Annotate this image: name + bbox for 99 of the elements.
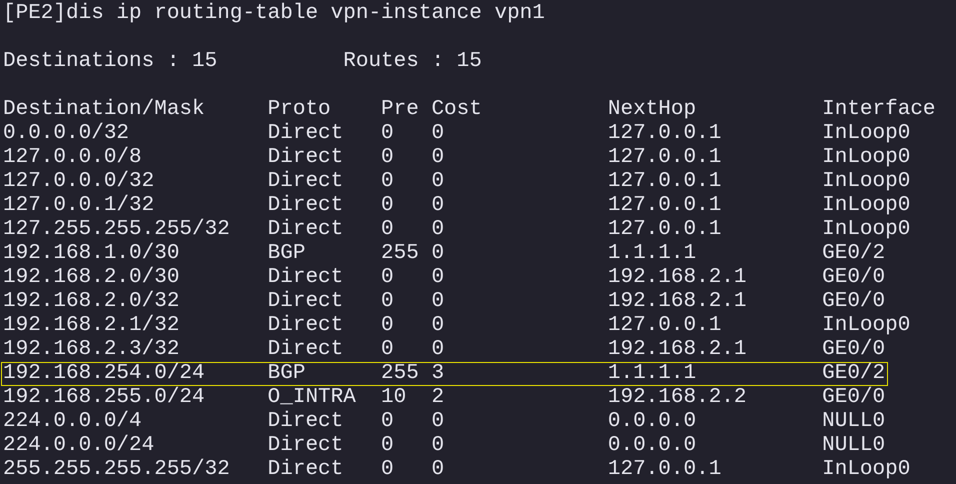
table-cell-text: 0 — [431, 267, 446, 289]
table-cell-text: 10 — [381, 387, 408, 409]
table-cell-text: 192.168.2.1 — [608, 339, 748, 361]
table-cell-text: 0 — [431, 243, 446, 265]
table-cell: GE0/0 — [822, 339, 886, 361]
table-cell-text: O_INTRA — [268, 387, 357, 409]
table-cell-text: 0.0.0.0 — [608, 435, 698, 457]
table-cell: InLoop0 — [822, 195, 910, 217]
table-cell-text: 127.0.0.1 — [608, 171, 722, 193]
table-cell-text: Direct — [268, 339, 344, 361]
table-cell: InLoop0 — [822, 123, 910, 145]
table-cell-text: 192.168.2.2 — [608, 387, 748, 409]
table-cell-text: 0 — [431, 339, 446, 361]
table-cell-text: 192.168.2.0/30 — [3, 267, 180, 289]
table-cell-text: 127.0.0.1 — [608, 123, 722, 145]
table-cell: InLoop0 — [822, 219, 910, 241]
table-cell: GE0/2 — [822, 363, 886, 385]
table-cell-text: 0 — [381, 195, 395, 217]
table-cell-text: Direct — [268, 435, 344, 457]
table-cell-text: 0 — [431, 195, 446, 217]
table-cell: InLoop0 — [822, 459, 910, 481]
table-cell-text: 192.168.2.1 — [608, 291, 748, 313]
table-cell: GE0/0 — [822, 387, 886, 409]
table-cell: InLoop0 — [822, 147, 910, 169]
table-cell-text: 192.168.2.1/32 — [3, 315, 180, 337]
table-cell-text: 255.255.255.255/32 — [3, 459, 231, 481]
table-cell-text: 255 — [381, 243, 420, 265]
table-cell-text: Direct — [268, 291, 344, 313]
column-header: Proto — [268, 99, 332, 121]
table-cell-text: Direct — [268, 171, 344, 193]
table-cell-text: 0 — [381, 123, 395, 145]
table-cell-text: Direct — [268, 315, 344, 337]
table-cell-text: 127.0.0.0/8 — [3, 147, 143, 169]
table-cell-text: 0.0.0.0/32 — [3, 123, 130, 145]
table-cell-text: 192.168.254.0/24 — [3, 363, 206, 385]
table-cell-text: 0 — [381, 435, 395, 457]
table-cell-text: Direct — [268, 267, 344, 289]
table-cell-text: 192.168.1.0/30 — [3, 243, 180, 265]
table-cell-text: 0 — [381, 411, 395, 433]
table-cell-text: Direct — [268, 123, 344, 145]
table-cell-text: 0 — [381, 459, 395, 481]
table-cell: NULL0 — [822, 435, 886, 457]
table-cell-text: 127.0.0.1 — [608, 195, 722, 217]
table-cell-text: 0 — [431, 411, 446, 433]
table-cell-text: Direct — [268, 219, 344, 241]
table-cell-text: 1.1.1.1 — [608, 243, 698, 265]
table-cell-text: 127.0.0.1 — [608, 315, 722, 337]
table-cell-text: 224.0.0.0/4 — [3, 411, 143, 433]
destinations-count: Destinations : 15 — [3, 50, 218, 74]
table-cell-text: 0 — [431, 123, 446, 145]
table-cell: InLoop0 — [822, 171, 910, 193]
table-cell-text: 127.0.0.0/32 — [3, 171, 156, 193]
table-cell-text: 192.168.2.0/32 — [3, 291, 180, 313]
table-cell-text: 2 — [431, 387, 446, 409]
table-cell-text: 127.0.0.1 — [608, 147, 722, 169]
column-header: Destination/Mask — [3, 99, 206, 121]
table-cell-text: 0 — [431, 315, 446, 337]
column-header: Pre — [381, 99, 420, 121]
column-header: Interface — [822, 99, 936, 121]
table-cell-text: 0 — [381, 171, 395, 193]
table-cell-text: Direct — [268, 459, 344, 481]
table-cell-text: 0 — [431, 219, 446, 241]
table-cell-text: 127.255.255.255/32 — [3, 219, 231, 241]
table-cell-text: 0 — [431, 459, 446, 481]
table-cell-text: 192.168.2.3/32 — [3, 339, 180, 361]
table-cell-text: 0 — [381, 315, 395, 337]
table-cell-text: 127.0.0.1 — [608, 459, 722, 481]
column-header: NextHop — [608, 99, 698, 121]
table-cell-text: 0 — [381, 291, 395, 313]
table-cell: InLoop0 — [822, 315, 910, 337]
routes-count: Routes : 15 — [343, 50, 483, 74]
table-cell-text: 0 — [431, 291, 446, 313]
table-cell: GE0/2 — [822, 243, 886, 265]
column-header: Cost — [431, 99, 483, 121]
table-cell-text: 255 — [381, 363, 420, 385]
command-line: [PE2]dis ip routing-table vpn-instance vpn1 — [3, 2, 545, 25]
table-cell-text: 0 — [431, 147, 446, 169]
table-cell: GE0/0 — [822, 291, 886, 313]
table-cell-text: Direct — [268, 147, 344, 169]
table-cell: NULL0 — [822, 411, 886, 433]
table-cell-text: 0 — [381, 147, 395, 169]
table-cell-text: 0 — [381, 339, 395, 361]
table-cell-text: 1.1.1.1 — [608, 363, 698, 385]
table-cell-text: 224.0.0.0/24 — [3, 435, 156, 457]
table-cell-text: 0 — [381, 267, 395, 289]
table-cell-text: 192.168.2.1 — [608, 267, 748, 289]
table-cell-text: 0 — [431, 435, 446, 457]
table-cell-text: Direct — [268, 411, 344, 433]
table-cell-text: 127.0.0.1 — [608, 219, 722, 241]
table-cell-text: BGP — [268, 363, 306, 385]
table-cell-text: 0 — [381, 219, 395, 241]
table-cell-text: 3 — [431, 363, 446, 385]
table-cell-text: 0.0.0.0 — [608, 411, 698, 433]
table-cell: GE0/0 — [822, 267, 886, 289]
table-cell-text: 127.0.0.1/32 — [3, 195, 156, 217]
table-cell-text: BGP — [268, 243, 306, 265]
table-cell-text: Direct — [268, 195, 344, 217]
table-cell-text: 192.168.255.0/24 — [3, 387, 206, 409]
table-cell-text: 0 — [431, 171, 446, 193]
